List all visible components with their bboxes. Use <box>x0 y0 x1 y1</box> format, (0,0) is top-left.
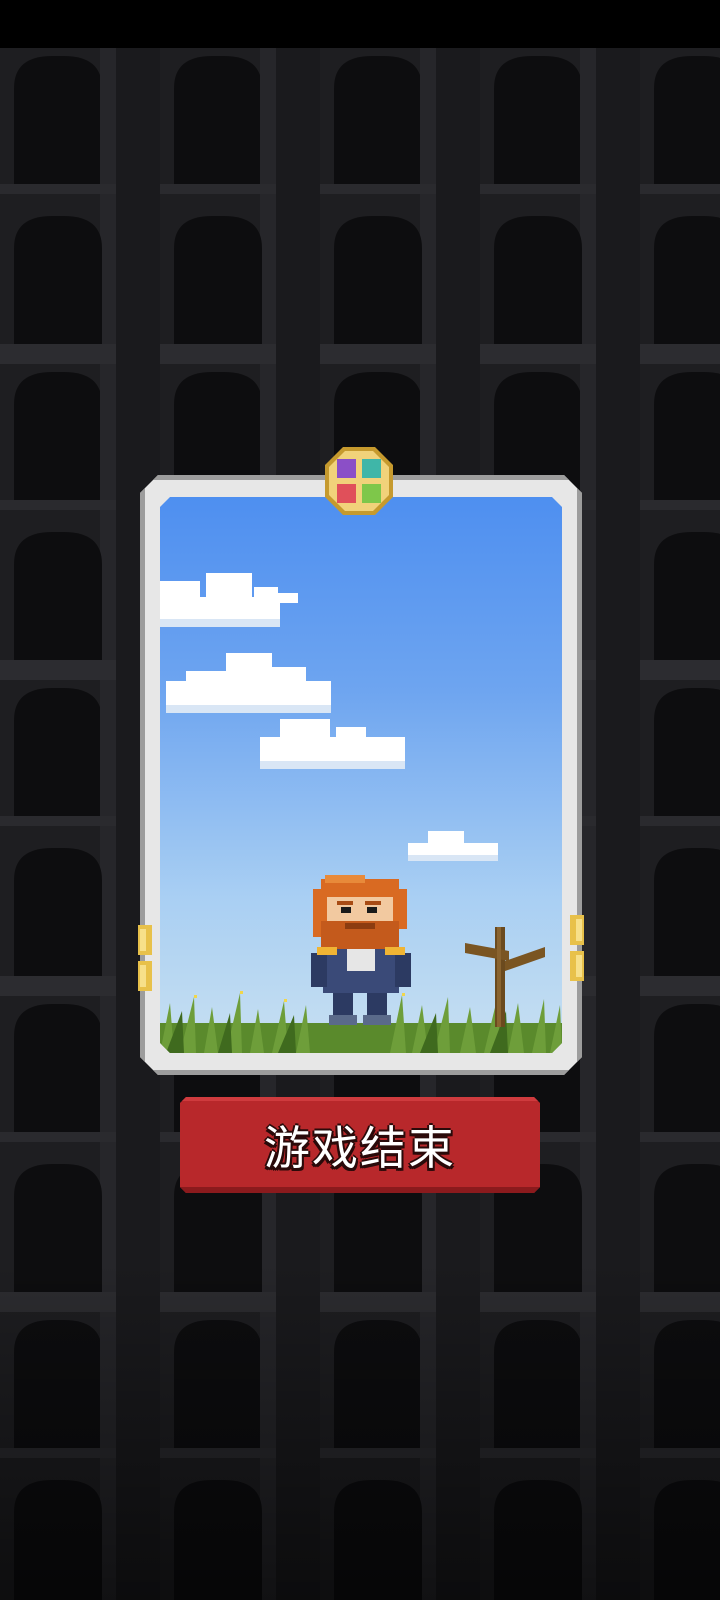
side-coin-icon <box>138 925 152 991</box>
game-over-label: 游戏结束 <box>264 1121 456 1175</box>
side-coin-icon <box>570 915 584 981</box>
four-quadrant-medal-icon <box>325 447 393 515</box>
signpost-icon <box>465 917 545 1027</box>
card-scene <box>160 497 562 1053</box>
status-bar-area <box>0 0 720 48</box>
cloud-small <box>408 827 503 867</box>
cloud-lower <box>260 707 410 777</box>
game-over-screen: 游戏结束 <box>0 0 720 1600</box>
game-over-button[interactable]: 游戏结束 <box>180 1097 540 1193</box>
character-card <box>138 447 584 1075</box>
cloud-large <box>160 557 300 637</box>
knight-character <box>305 875 415 1027</box>
